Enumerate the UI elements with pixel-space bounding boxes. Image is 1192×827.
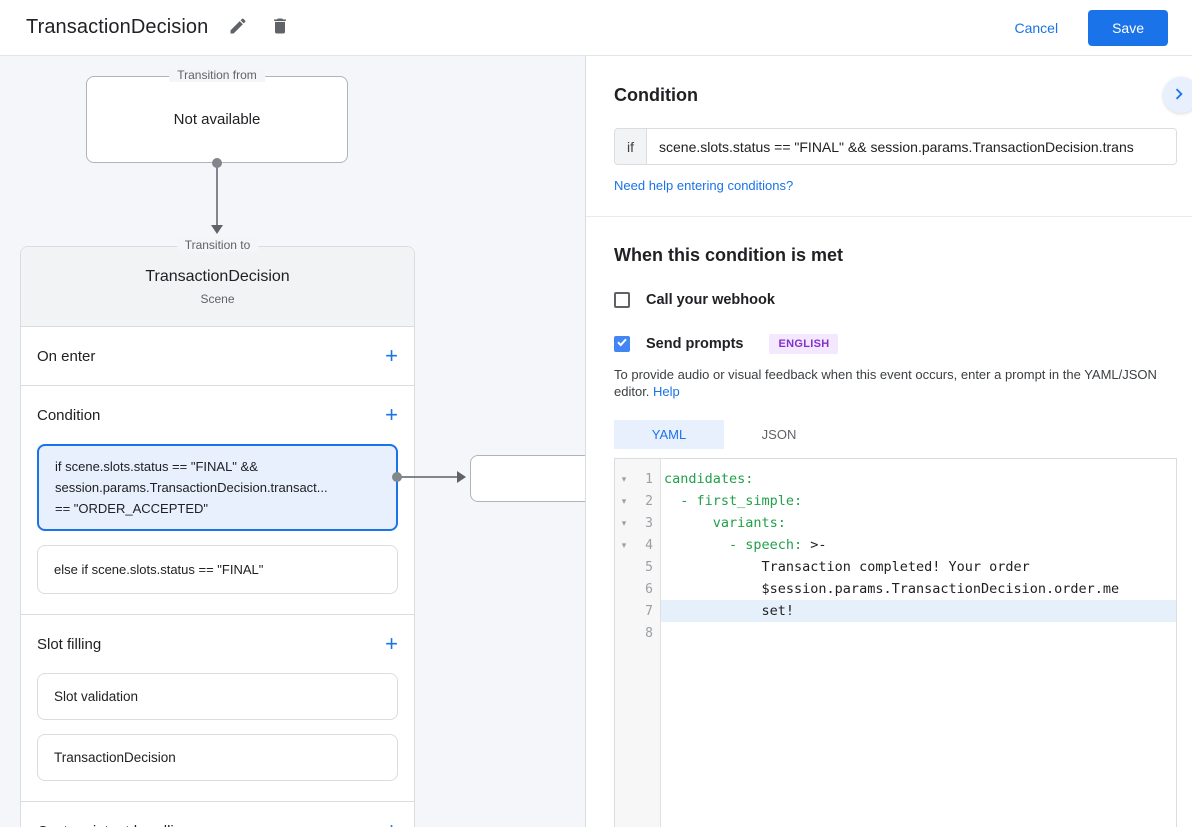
condition-expression-input[interactable] — [647, 129, 1176, 164]
editor-tabs: YAML JSON — [614, 420, 1192, 449]
line-number: 5 — [633, 560, 660, 575]
slot-card-label: Slot validation — [54, 689, 138, 704]
connector-line-horizontal — [397, 476, 459, 478]
line-number: 2 — [633, 494, 660, 509]
code-line: variants: — [661, 512, 1176, 534]
check-icon — [616, 335, 628, 353]
editor-code-area[interactable]: candidates: - first_simple: variants: - … — [661, 459, 1176, 827]
trash-icon — [270, 16, 290, 39]
code-line — [661, 622, 1176, 644]
yaml-text: $session.params.TransactionDecision.orde… — [664, 581, 1119, 597]
slot-card-transaction-decision[interactable]: TransactionDecision — [37, 734, 398, 781]
fold-toggle-icon[interactable]: ▾ — [615, 496, 633, 507]
code-line: - first_simple: — [661, 490, 1176, 512]
send-prompts-label[interactable]: Send prompts — [646, 336, 743, 352]
help-link[interactable]: Help — [653, 384, 680, 399]
scene-diagram-canvas: Transition from Not available Transition… — [0, 56, 585, 827]
yaml-key: candidates: — [664, 471, 753, 487]
scene-card: Transition to TransactionDecision Scene … — [20, 246, 415, 827]
tab-json[interactable]: JSON — [724, 420, 834, 449]
slot-card-validation[interactable]: Slot validation — [37, 673, 398, 720]
line-number: 1 — [633, 472, 660, 487]
transition-target-node[interactable] — [470, 455, 585, 502]
slot-card-label: TransactionDecision — [54, 750, 176, 765]
transition-to-legend: Transition to — [177, 238, 259, 252]
yaml-key: - speech: — [664, 537, 802, 553]
cancel-button[interactable]: Cancel — [1014, 20, 1058, 36]
when-condition-heading: When this condition is met — [614, 245, 1192, 266]
top-bar: TransactionDecision Cancel Save — [0, 0, 1192, 56]
line-number: 7 — [633, 604, 660, 619]
transition-from-text: Not available — [174, 111, 261, 128]
prompts-description-text: To provide audio or visual feedback when… — [614, 367, 1157, 399]
edit-title-button[interactable] — [226, 14, 250, 41]
arrow-right-icon — [457, 471, 466, 483]
fold-toggle-icon[interactable]: ▾ — [615, 540, 633, 551]
scene-card-subtitle: Scene — [200, 292, 234, 306]
delete-scene-button[interactable] — [268, 14, 292, 41]
line-number: 6 — [633, 582, 660, 597]
send-prompts-checkbox[interactable] — [614, 336, 630, 352]
condition-expression-row: if — [614, 128, 1177, 165]
panel-divider — [586, 216, 1192, 217]
page-title: TransactionDecision — [26, 16, 208, 39]
scene-card-title: TransactionDecision — [145, 268, 289, 286]
panel-title: Condition — [614, 56, 1192, 106]
code-line: candidates: — [661, 468, 1176, 490]
chevron-right-icon — [1163, 83, 1190, 108]
condition-card-line: else if scene.slots.status == "FINAL" — [54, 559, 381, 580]
call-webhook-label[interactable]: Call your webhook — [646, 292, 775, 308]
code-line: - speech: >- — [661, 534, 1176, 556]
prompts-description: To provide audio or visual feedback when… — [614, 366, 1174, 400]
on-enter-label: On enter — [37, 348, 95, 365]
fold-toggle-icon[interactable]: ▾ — [615, 474, 633, 485]
condition-card-else[interactable]: else if scene.slots.status == "FINAL" — [37, 545, 398, 594]
add-intent-button[interactable]: + — [385, 820, 398, 827]
condition-detail-panel: Condition if Need help entering conditio… — [585, 56, 1192, 827]
tab-yaml[interactable]: YAML — [614, 420, 724, 449]
arrow-down-icon — [211, 225, 223, 234]
condition-section-label: Condition — [37, 407, 100, 424]
add-condition-button[interactable]: + — [385, 404, 398, 426]
line-number: 8 — [633, 626, 660, 641]
condition-card-line: session.params.TransactionDecision.trans… — [55, 477, 380, 498]
editor-gutter: ▾1 ▾2 ▾3 ▾4 5 6 7 8 — [615, 459, 661, 827]
code-line: $session.params.TransactionDecision.orde… — [661, 578, 1176, 600]
line-number: 3 — [633, 516, 660, 531]
code-line-highlighted: set! — [661, 600, 1176, 622]
yaml-text: set! — [664, 603, 794, 619]
yaml-text: Transaction completed! Your order — [664, 559, 1030, 575]
line-number: 4 — [633, 538, 660, 553]
custom-intent-label: Custom intent handling — [37, 823, 190, 827]
conditions-help-link[interactable]: Need help entering conditions? — [614, 178, 793, 193]
if-prefix-label: if — [615, 129, 647, 164]
transition-from-node: Transition from Not available — [86, 76, 348, 163]
add-slot-button[interactable]: + — [385, 633, 398, 655]
condition-card-selected[interactable]: if scene.slots.status == "FINAL" && sess… — [37, 444, 398, 531]
yaml-code-editor[interactable]: ▾1 ▾2 ▾3 ▾4 5 6 7 8 candidates: - first_… — [614, 458, 1177, 827]
condition-card-line: == "ORDER_ACCEPTED" — [55, 498, 380, 519]
collapse-panel-button[interactable] — [1163, 77, 1192, 113]
scene-card-header[interactable]: TransactionDecision Scene — [21, 247, 414, 326]
transition-from-legend: Transition from — [169, 68, 265, 82]
yaml-key: variants: — [664, 515, 786, 531]
language-badge: ENGLISH — [769, 334, 838, 354]
slot-filling-label: Slot filling — [37, 636, 101, 653]
yaml-text: >- — [802, 537, 826, 553]
connector-line-vertical — [216, 163, 218, 226]
pencil-icon — [228, 16, 248, 39]
add-on-enter-button[interactable]: + — [385, 345, 398, 367]
fold-toggle-icon[interactable]: ▾ — [615, 518, 633, 529]
save-button[interactable]: Save — [1088, 10, 1168, 46]
code-line: Transaction completed! Your order — [661, 556, 1176, 578]
yaml-key: - first_simple: — [664, 493, 802, 509]
call-webhook-checkbox[interactable] — [614, 292, 630, 308]
condition-card-line: if scene.slots.status == "FINAL" && — [55, 456, 380, 477]
